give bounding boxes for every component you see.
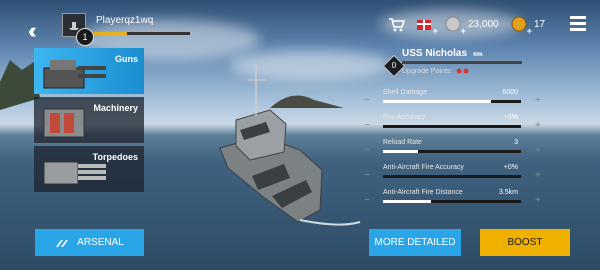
xp-bar: [94, 32, 190, 35]
ship-name: USS Nicholas: [402, 48, 483, 59]
upgrade-points-label: Upgrade Points:: [402, 68, 470, 75]
plus-icon: +: [432, 26, 438, 36]
category-torpedoes[interactable]: Torpedoes: [34, 146, 144, 192]
decrease-button[interactable]: −: [364, 195, 370, 206]
wake: [299, 219, 361, 226]
arsenal-icon: [56, 239, 69, 247]
decrease-button[interactable]: −: [364, 95, 370, 106]
stat-value: +0%: [503, 114, 518, 121]
increase-button[interactable]: +: [535, 170, 541, 181]
decrease-button[interactable]: −: [364, 120, 370, 131]
stat-value: 3.5km: [498, 189, 518, 196]
stat-label: Reload Rate: [383, 139, 422, 146]
silver-icon-button[interactable]: +: [444, 14, 466, 36]
stat-bar: [383, 200, 521, 203]
plus-icon: +: [526, 26, 532, 36]
stat-bar: [383, 100, 521, 103]
stat-value: 3: [514, 139, 518, 146]
stat-bar: [383, 125, 521, 128]
player-level-badge: 1: [76, 28, 94, 46]
silver-value: 23,000: [468, 19, 499, 30]
decrease-button[interactable]: −: [364, 170, 370, 181]
increase-button[interactable]: +: [535, 95, 541, 106]
top-right-bar: + + 23,000 + 17: [380, 14, 600, 36]
shop-button[interactable]: [386, 14, 406, 34]
stat-bar: [383, 175, 521, 178]
decrease-button[interactable]: −: [364, 145, 370, 156]
stat-value: 6000: [502, 89, 518, 96]
upgrade-points-icon: [456, 68, 469, 74]
ship-class-icon: [473, 52, 483, 56]
category-label: Machinery: [93, 103, 138, 113]
gun-turret-icon: [43, 60, 106, 89]
upgrade-track: [402, 61, 522, 64]
stat-row: Anti-Aircraft Fire Accuracy +0%: [380, 164, 522, 184]
top-bar: ‹‹ 1 Playerqz1wq + + 23,000 + 17: [0, 0, 600, 48]
island: [270, 95, 344, 108]
stat-bar-fill: [383, 200, 432, 203]
category-list: Guns Machinery Torpedoes: [34, 48, 144, 195]
stat-row: Fire Accuracy +0%: [380, 114, 522, 134]
increase-button[interactable]: +: [535, 120, 541, 131]
player-name: Playerqz1wq: [96, 15, 154, 26]
xp-fill: [94, 32, 127, 35]
stat-label: Shell Damage: [383, 89, 427, 96]
gold-coin-icon: [511, 16, 527, 32]
stat-label: Fire Accuracy: [383, 114, 426, 121]
gold-value: 17: [534, 19, 546, 30]
category-machinery[interactable]: Machinery: [34, 97, 144, 143]
category-label: Torpedoes: [92, 152, 138, 162]
gift-button[interactable]: +: [414, 14, 438, 36]
stat-bar-fill: [383, 150, 418, 153]
increase-button[interactable]: +: [535, 195, 541, 206]
category-guns[interactable]: Guns: [34, 48, 144, 94]
boost-button[interactable]: BOOST: [480, 229, 570, 256]
arsenal-button[interactable]: ARSENAL: [35, 229, 144, 256]
stat-label: Anti-Aircraft Fire Distance: [383, 189, 463, 196]
plus-icon: +: [460, 26, 466, 36]
category-label: Guns: [114, 54, 138, 64]
back-button[interactable]: ‹‹: [28, 18, 36, 44]
stat-row: Shell Damage 6000: [380, 89, 522, 109]
stat-row: Anti-Aircraft Fire Distance 3.5km: [380, 189, 522, 209]
cart-icon: [389, 18, 405, 32]
menu-button[interactable]: [570, 16, 586, 34]
silver-coin-icon: [445, 16, 461, 32]
stat-bar: [383, 150, 521, 153]
stat-row: Reload Rate 3: [380, 139, 522, 159]
stat-bar-fill: [383, 100, 491, 103]
gold-icon-button[interactable]: +: [510, 14, 532, 36]
stat-value: +0%: [503, 164, 518, 171]
more-detailed-button[interactable]: MORE DETAILED: [369, 229, 461, 256]
stat-label: Anti-Aircraft Fire Accuracy: [383, 164, 464, 171]
increase-button[interactable]: +: [535, 145, 541, 156]
